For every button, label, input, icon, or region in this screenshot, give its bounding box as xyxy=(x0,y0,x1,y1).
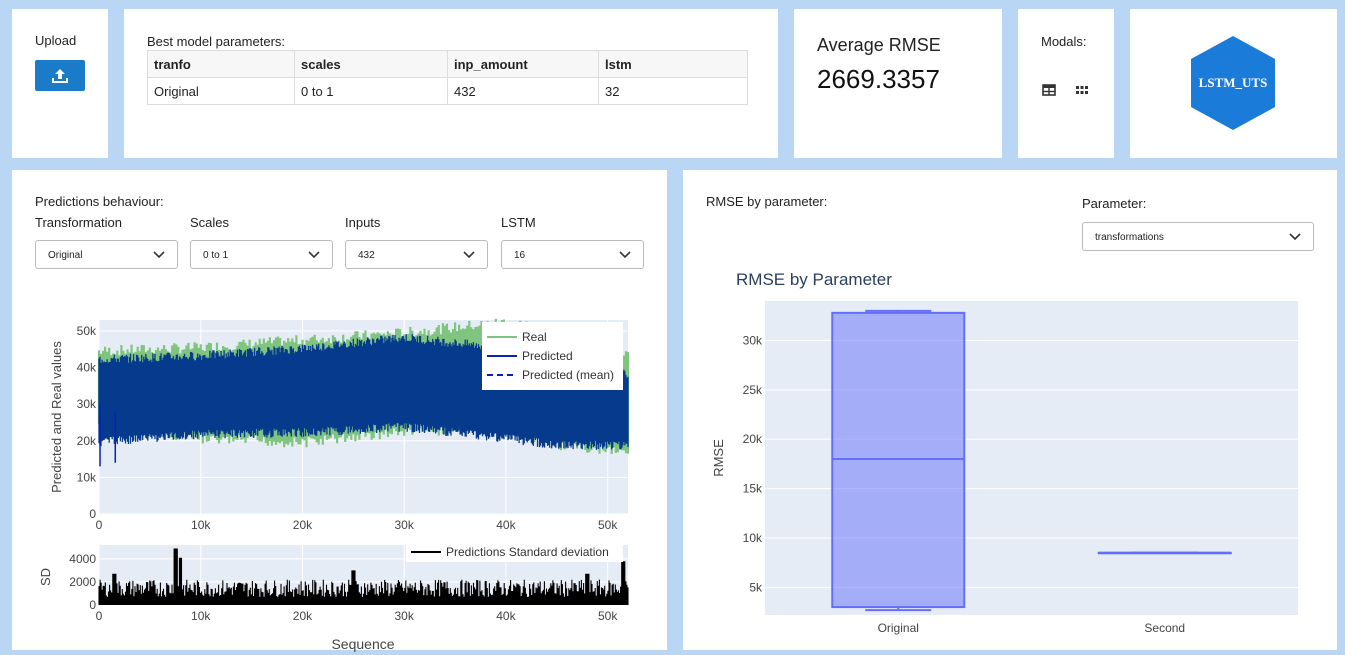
inputs-dropdown[interactable]: 432 xyxy=(345,240,488,269)
grid-icon[interactable] xyxy=(1075,83,1089,97)
table-cell: 32 xyxy=(598,77,748,105)
dropdown-value: Original xyxy=(48,250,83,261)
x-tick-label: 30k xyxy=(395,518,415,532)
legend-predicted: Predicted xyxy=(522,349,573,363)
dropdown-value: 16 xyxy=(514,250,526,261)
table-row: Original 0 to 1 432 32 xyxy=(147,77,748,105)
legend-predicted-mean: Predicted (mean) xyxy=(522,368,614,382)
x-tick-label: 50k xyxy=(598,609,618,623)
y-tick-label: 5k xyxy=(749,580,763,594)
modals-card: Modals: xyxy=(1018,9,1114,158)
average-rmse-value: 2669.3357 xyxy=(817,64,940,94)
y-tick-label: 15k xyxy=(743,482,763,496)
average-rmse-title: Average RMSE xyxy=(817,35,941,55)
best-params-card: Best model parameters: tranfo scales inp… xyxy=(124,9,778,158)
x-tick-label: 40k xyxy=(496,609,516,623)
transformation-dropdown[interactable]: Original xyxy=(35,240,178,269)
table-header: lstm xyxy=(598,50,748,78)
best-params-title: Best model parameters: xyxy=(147,34,286,49)
sd-legend: Predictions Standard deviation xyxy=(406,543,623,562)
dropdown-value: 0 to 1 xyxy=(203,250,229,261)
x-tick-label: 10k xyxy=(191,518,211,532)
predictions-chart: 0 10k 20k 30k 40k 50k 0 10k 20k 30k 40k 50k Predict… xyxy=(49,318,630,532)
chevron-down-icon xyxy=(308,251,320,259)
predictions-legend: Real Predicted Predicted (mean) xyxy=(482,322,623,390)
parameter-label: Parameter: xyxy=(1082,196,1147,211)
y-tick-label: 40k xyxy=(77,361,97,375)
rmse-by-parameter-label: RMSE by parameter: xyxy=(706,194,828,209)
table-icon[interactable] xyxy=(1042,83,1056,97)
predictions-y-axis-label: Predicted and Real values xyxy=(49,341,64,493)
table-header: tranfo xyxy=(147,50,295,78)
average-rmse-card: Average RMSE 2669.3357 xyxy=(794,9,1002,158)
x-tick-label: Original xyxy=(878,621,919,635)
upload-button[interactable] xyxy=(35,60,85,91)
x-tick-label: 20k xyxy=(293,609,313,623)
table-cell: 0 to 1 xyxy=(294,77,448,105)
y-tick-label: 30k xyxy=(743,333,763,347)
box-y-axis-label: RMSE xyxy=(711,439,726,477)
x-tick-label: 0 xyxy=(96,518,103,532)
inputs-label: Inputs xyxy=(345,215,381,230)
dropdown-value: transformations xyxy=(1095,232,1164,243)
x-tick-label: 30k xyxy=(395,609,415,623)
lstm-uts-logo: LSTM_UTS xyxy=(1191,36,1275,130)
y-tick-label: 50k xyxy=(77,324,97,338)
x-tick-label: 20k xyxy=(293,518,313,532)
legend-sd: Predictions Standard deviation xyxy=(446,545,609,559)
y-tick-label: 0 xyxy=(89,507,96,521)
y-tick-label: 20k xyxy=(743,432,763,446)
modals-label: Modals: xyxy=(1041,34,1087,49)
y-tick-label: 4000 xyxy=(69,552,96,566)
upload-icon xyxy=(52,69,68,83)
sd-x-axis-label: Sequence xyxy=(331,636,394,652)
y-tick-label: 10k xyxy=(77,470,97,484)
sd-y-axis-label: SD xyxy=(38,568,53,586)
y-tick-label: 2000 xyxy=(69,575,96,589)
y-tick-label: 0 xyxy=(89,598,96,612)
lstm-label: LSTM xyxy=(501,215,536,230)
table-header: inp_amount xyxy=(447,50,599,78)
chevron-down-icon xyxy=(619,251,631,259)
scales-label: Scales xyxy=(190,215,230,230)
logo-card: LSTM_UTS xyxy=(1130,9,1337,158)
dropdown-value: 432 xyxy=(358,250,375,261)
scales-dropdown[interactable]: 0 to 1 xyxy=(190,240,333,269)
table-header: scales xyxy=(294,50,448,78)
y-tick-label: 20k xyxy=(77,434,97,448)
chevron-down-icon xyxy=(463,251,475,259)
legend-real: Real xyxy=(522,330,547,344)
table-cell: Original xyxy=(147,77,295,105)
x-tick-label: 50k xyxy=(598,518,618,532)
box-chart-title: RMSE by Parameter xyxy=(736,270,892,289)
transformation-label: Transformation xyxy=(35,215,122,230)
x-tick-label: 40k xyxy=(496,518,516,532)
rmse-box-chart: RMSE by Parameter 5k 10k 15k 20k 25k 30k Origi… xyxy=(711,270,1298,635)
predictions-card: Predictions behaviour: Transformation Sc… xyxy=(12,170,667,652)
upload-label: Upload xyxy=(35,33,77,48)
parameter-dropdown[interactable]: transformations xyxy=(1082,222,1314,251)
lstm-dropdown[interactable]: 16 xyxy=(501,240,644,269)
y-tick-label: 30k xyxy=(77,397,97,411)
chevron-down-icon xyxy=(1289,233,1301,241)
x-tick-label: 10k xyxy=(191,609,211,623)
y-tick-label: 10k xyxy=(743,531,763,545)
rmse-by-parameter-card: RMSE by parameter: Parameter: transforma… xyxy=(683,170,1337,650)
y-tick-label: 25k xyxy=(743,383,763,397)
predictions-title: Predictions behaviour: xyxy=(35,194,164,209)
chevron-down-icon xyxy=(153,251,165,259)
logo-text: LSTM_UTS xyxy=(1199,75,1268,90)
table-cell: 432 xyxy=(447,77,599,105)
x-tick-label: 0 xyxy=(96,609,103,623)
upload-card: Upload xyxy=(12,9,108,158)
sd-chart: 0 10k 20k 30k 40k 50k 0 2000 4000 SD Sequence Pr… xyxy=(38,543,629,652)
best-params-table: tranfo scales inp_amount lstm Original 0… xyxy=(147,50,748,105)
x-tick-label: Second xyxy=(1144,621,1185,635)
